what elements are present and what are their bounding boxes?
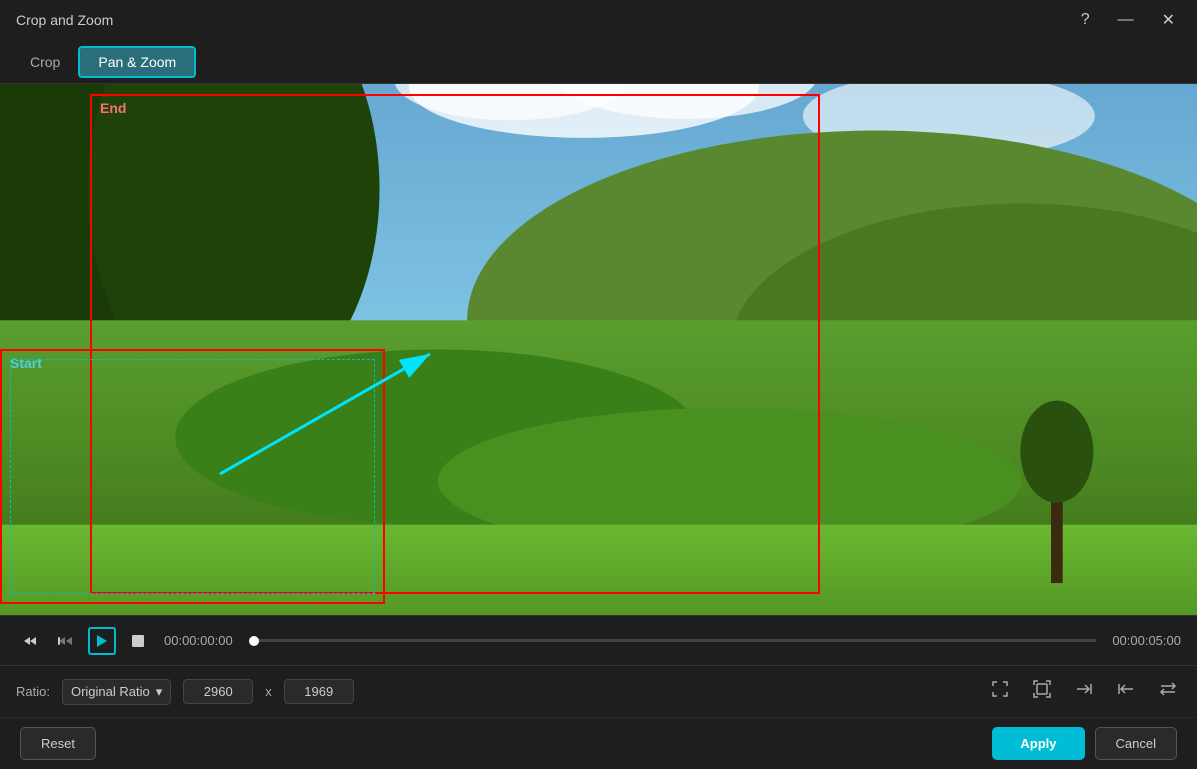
ratio-label: Ratio: xyxy=(16,684,50,699)
fit-icon[interactable] xyxy=(987,676,1013,707)
apply-button[interactable]: Apply xyxy=(992,727,1084,760)
help-button[interactable]: ? xyxy=(1075,9,1096,31)
video-canvas: End Start xyxy=(0,84,1197,615)
timeline-slider[interactable] xyxy=(249,639,1097,642)
play-button[interactable] xyxy=(88,627,116,655)
align-left-icon[interactable] xyxy=(1113,676,1139,707)
main-area: End Start xyxy=(0,84,1197,615)
crop-region[interactable] xyxy=(10,359,375,594)
stop-button[interactable] xyxy=(124,627,152,655)
window-title: Crop and Zoom xyxy=(16,12,113,28)
title-bar: Crop and Zoom ? — ✕ xyxy=(0,0,1197,40)
ratio-chevron-icon: ▾ xyxy=(156,684,163,700)
end-label: End xyxy=(100,100,126,116)
bottom-bar: Ratio: Original Ratio ▾ x xyxy=(0,665,1197,717)
timeline-handle[interactable] xyxy=(249,636,259,646)
dimension-separator: x xyxy=(265,684,272,699)
ratio-select[interactable]: Original Ratio ▾ xyxy=(62,679,171,705)
align-right-icon[interactable] xyxy=(1071,676,1097,707)
ratio-selected-value: Original Ratio xyxy=(71,684,150,699)
step-back-button[interactable] xyxy=(52,627,80,655)
tabs-row: Crop Pan & Zoom xyxy=(0,40,1197,84)
window-controls: ? — ✕ xyxy=(1075,8,1181,32)
swap-icon[interactable] xyxy=(1155,676,1181,707)
expand-icon[interactable] xyxy=(1029,676,1055,707)
width-input[interactable] xyxy=(183,679,253,704)
rewind-button[interactable] xyxy=(16,627,44,655)
cancel-button[interactable]: Cancel xyxy=(1095,727,1177,760)
right-actions: Apply Cancel xyxy=(992,727,1177,760)
time-current: 00:00:00:00 xyxy=(164,633,233,648)
minimize-button[interactable]: — xyxy=(1112,9,1140,31)
controls-bar: 00:00:00:00 00:00:05:00 xyxy=(0,615,1197,665)
tab-crop[interactable]: Crop xyxy=(12,48,78,76)
time-end: 00:00:05:00 xyxy=(1112,633,1181,648)
tab-pan-zoom[interactable]: Pan & Zoom xyxy=(78,46,196,78)
close-button[interactable]: ✕ xyxy=(1156,8,1181,32)
action-bar: Reset Apply Cancel xyxy=(0,717,1197,769)
reset-button[interactable]: Reset xyxy=(20,727,96,760)
height-input[interactable] xyxy=(284,679,354,704)
bottom-icons xyxy=(987,676,1181,707)
